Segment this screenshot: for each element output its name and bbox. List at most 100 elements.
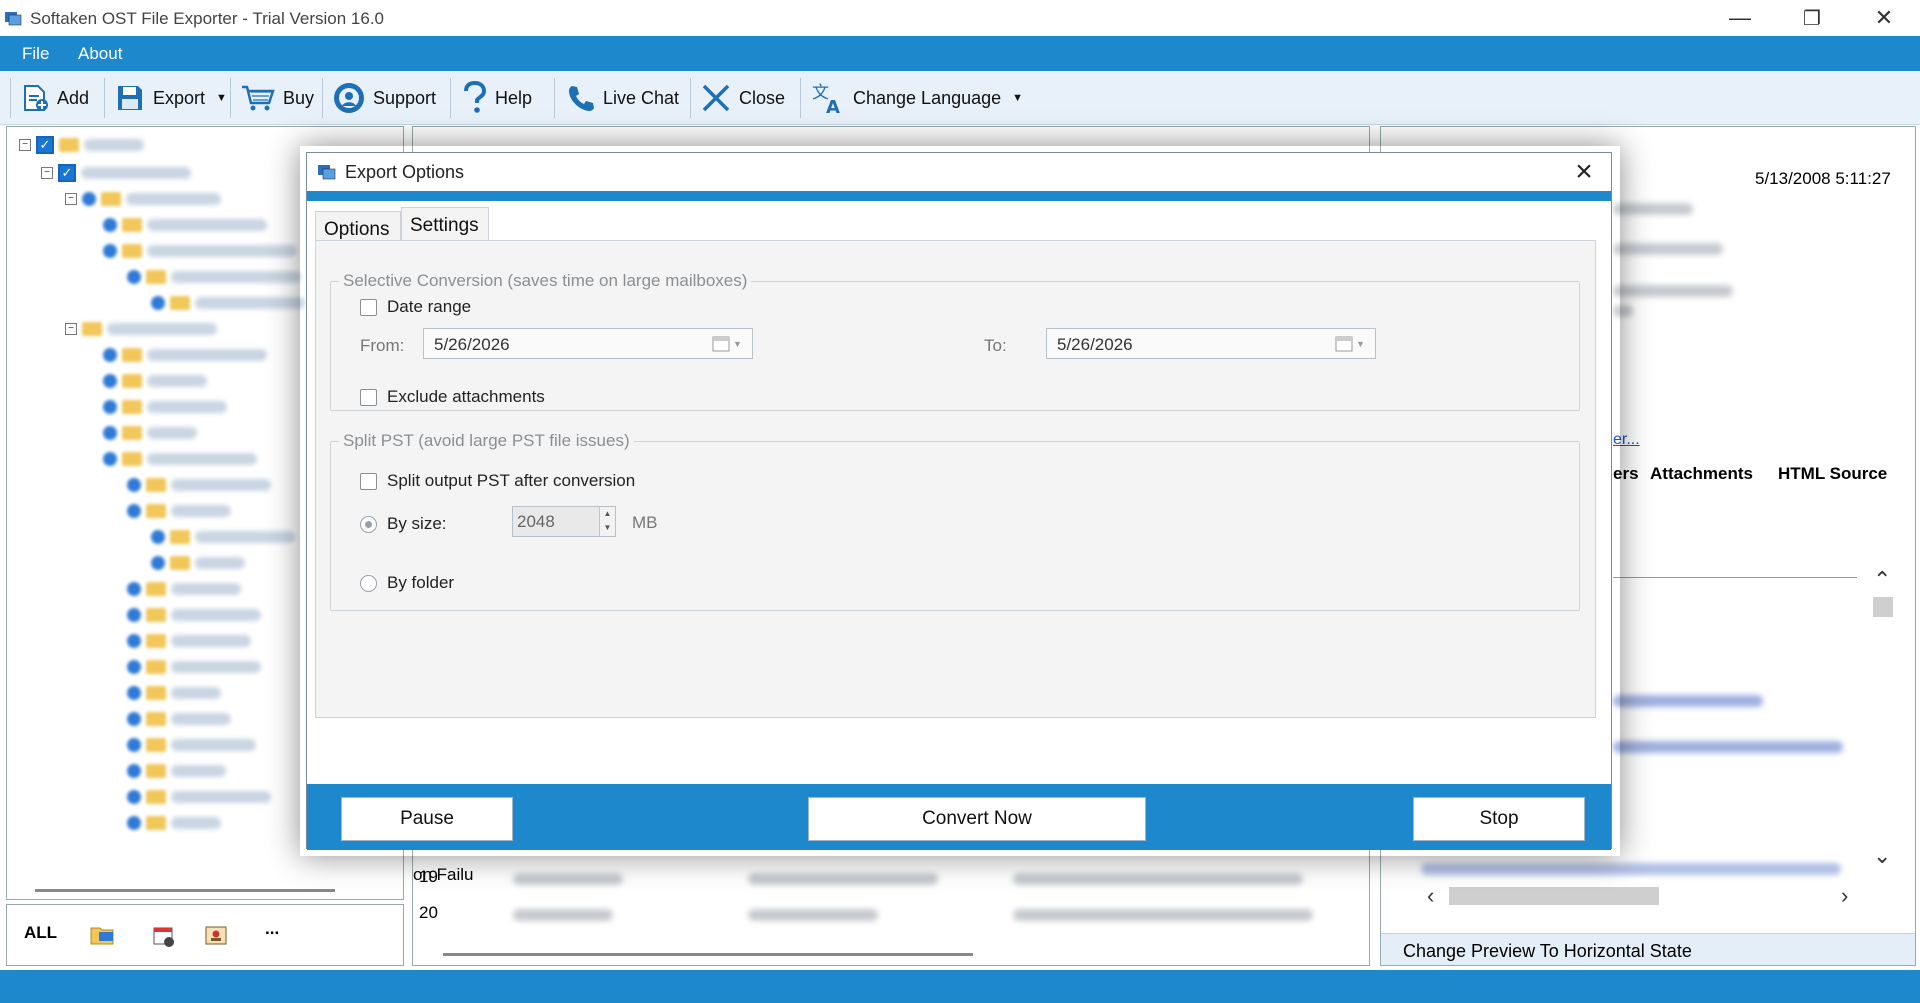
scroll-right-icon[interactable]: ›	[1841, 883, 1848, 909]
tree-node[interactable]	[127, 657, 261, 677]
horizontal-scrollbar[interactable]: ‹ ›	[1421, 883, 1861, 909]
by-folder-radio[interactable]	[360, 574, 377, 592]
dialog-close-icon[interactable]: ×	[1567, 155, 1601, 189]
calendar-icon[interactable]	[151, 923, 177, 949]
calendar-dropdown-icon[interactable]: ▼	[712, 335, 744, 353]
stop-button[interactable]: Stop	[1413, 797, 1585, 841]
tree-node[interactable]	[127, 475, 271, 495]
tree-node[interactable]	[127, 735, 256, 755]
calendar-dropdown-icon[interactable]: ▼	[1335, 335, 1367, 353]
add-button[interactable]: Add	[20, 71, 89, 125]
scroll-down-icon[interactable]: ⌄	[1873, 843, 1891, 869]
to-date-picker[interactable]: 5/26/2026 ▼	[1046, 328, 1376, 359]
mail-folder-icon[interactable]	[89, 923, 117, 947]
tree-node[interactable]	[151, 293, 305, 313]
tree-node[interactable]	[127, 579, 241, 599]
window-close-button[interactable]: ✕	[1849, 0, 1919, 36]
tree-node[interactable]	[127, 683, 221, 703]
tree-horizontal-scrollbar[interactable]	[35, 889, 335, 892]
export-dropdown-icon: ▼	[216, 92, 227, 104]
tree-node[interactable]: −	[65, 319, 217, 339]
root-checkbox[interactable]: ✓	[36, 136, 54, 154]
close-button[interactable]: Close	[700, 71, 785, 125]
menu-file[interactable]: File	[22, 44, 49, 64]
tab-options[interactable]: Options	[315, 211, 401, 241]
menu-about[interactable]: About	[78, 44, 122, 64]
tree-node[interactable]	[103, 215, 267, 235]
node-checkbox[interactable]: ✓	[58, 164, 76, 182]
collapse-icon[interactable]: −	[65, 323, 77, 335]
help-button[interactable]: Help	[462, 71, 532, 125]
date-range-checkbox[interactable]	[360, 298, 377, 316]
list-horizontal-scrollbar[interactable]	[443, 953, 973, 956]
dialog-accent-bar	[307, 191, 1611, 201]
support-button[interactable]: Support	[332, 71, 436, 125]
tree-node[interactable]: − ✓	[41, 163, 191, 183]
save-disk-icon	[118, 86, 142, 110]
from-label: From:	[360, 336, 405, 355]
scroll-up-icon[interactable]: ⌃	[1873, 567, 1891, 593]
date-range-option[interactable]: Date range	[360, 297, 471, 317]
node-checkbox-icon	[103, 426, 117, 440]
tree-node[interactable]	[103, 241, 297, 261]
tree-node[interactable]	[103, 371, 207, 391]
exclude-attachments-checkbox[interactable]	[360, 388, 377, 406]
live-chat-button[interactable]: Live Chat	[566, 71, 679, 125]
tree-node[interactable]	[151, 553, 245, 573]
node-checkbox-icon	[103, 452, 117, 466]
tree-node[interactable]	[127, 501, 231, 521]
node-checkbox-icon	[127, 712, 141, 726]
preview-toggle-bar[interactable]: Change Preview To Horizontal State	[1381, 933, 1915, 965]
tree-label-redacted	[171, 791, 271, 803]
all-items-button[interactable]: ALL	[24, 923, 57, 943]
split-size-stepper[interactable]: 2048 ▲ ▼	[512, 506, 616, 537]
row-number: 19	[419, 867, 438, 886]
size-unit-label: MB	[632, 513, 658, 532]
node-checkbox-icon	[103, 374, 117, 388]
scroll-left-icon[interactable]: ‹	[1427, 883, 1434, 909]
scroll-thumb[interactable]	[1449, 887, 1659, 905]
tree-node[interactable]	[127, 761, 226, 781]
tab-attachments[interactable]: Attachments	[1650, 464, 1753, 484]
tree-node[interactable]	[103, 345, 267, 365]
vertical-scrollbar[interactable]: ⌃ ⌄	[1871, 567, 1895, 877]
tree-node[interactable]: −	[65, 189, 221, 209]
tree-node[interactable]	[127, 605, 261, 625]
scroll-thumb[interactable]	[1873, 597, 1893, 617]
collapse-icon[interactable]: −	[41, 167, 53, 179]
preview-toggle-label[interactable]: Change Preview To Horizontal State	[1403, 941, 1692, 962]
split-output-option[interactable]: Split output PST after conversion	[360, 471, 635, 491]
tree-node[interactable]	[127, 787, 271, 807]
buy-button[interactable]: Buy	[240, 71, 314, 125]
by-size-option[interactable]: By size:	[360, 514, 447, 534]
tree-node[interactable]	[103, 397, 227, 417]
split-output-checkbox[interactable]	[360, 472, 377, 490]
from-date-picker[interactable]: 5/26/2026 ▼	[423, 328, 753, 359]
pause-button[interactable]: Pause	[341, 797, 513, 841]
node-checkbox-icon	[151, 296, 165, 310]
by-size-radio[interactable]	[360, 515, 377, 533]
stepper-arrows-icon[interactable]: ▲ ▼	[599, 507, 615, 536]
exclude-attachments-option[interactable]: Exclude attachments	[360, 387, 545, 407]
tab-settings[interactable]: Settings	[401, 207, 489, 241]
tree-node[interactable]	[151, 527, 295, 547]
tree-node[interactable]	[127, 631, 251, 651]
by-folder-option[interactable]: By folder	[360, 573, 454, 593]
tree-node[interactable]	[127, 813, 221, 833]
tree-node[interactable]	[103, 423, 197, 443]
tab-html-source[interactable]: HTML Source	[1778, 464, 1887, 484]
collapse-icon[interactable]: −	[65, 193, 77, 205]
export-button[interactable]: Export ▼	[114, 71, 227, 125]
collapse-icon[interactable]: −	[19, 139, 31, 151]
tree-node[interactable]	[127, 709, 231, 729]
node-checkbox-icon	[151, 556, 165, 570]
tree-node[interactable]	[103, 449, 257, 469]
tree-root[interactable]: − ✓	[19, 135, 144, 155]
convert-now-button[interactable]: Convert Now	[808, 797, 1146, 841]
more-options-button[interactable]: ...	[265, 919, 279, 939]
change-language-button[interactable]: 文 A Change Language ▼	[810, 71, 1023, 125]
contact-card-icon[interactable]	[203, 923, 229, 949]
tree-node[interactable]	[127, 267, 301, 287]
minimize-button[interactable]: —	[1705, 0, 1775, 36]
restore-button[interactable]: ❐	[1777, 0, 1847, 36]
